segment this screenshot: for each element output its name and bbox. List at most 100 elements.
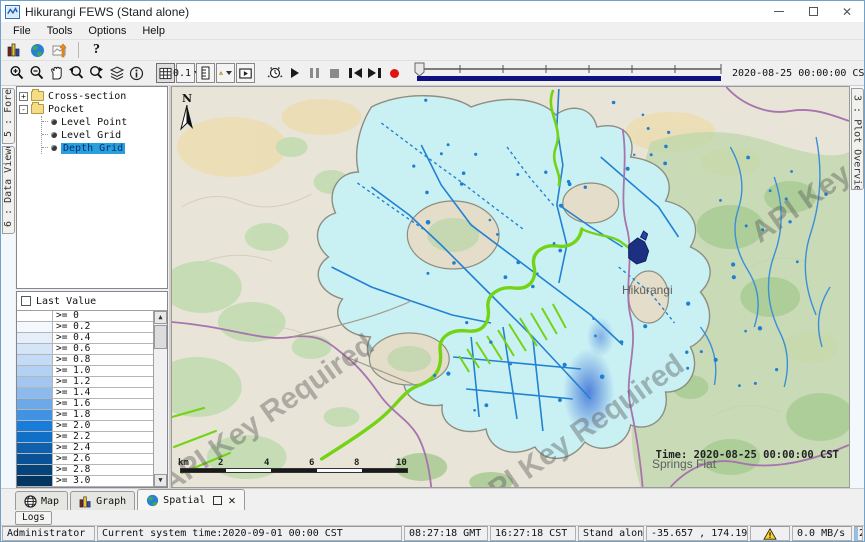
legend-class-label: >= 3.0 [53, 476, 153, 486]
classbreak-interval-dropdown[interactable]: 0.1 [176, 63, 195, 83]
legend-class-label: >= 1.8 [53, 410, 153, 420]
tree-node-level-grid[interactable]: Level Grid [42, 129, 165, 141]
legend-class-label: >= 2.8 [53, 465, 153, 475]
menu-options[interactable]: Options [80, 24, 134, 38]
tab-maximize-icon[interactable] [213, 496, 222, 505]
scale-strip [180, 468, 408, 473]
animation-timer-button[interactable] [265, 63, 284, 83]
map-display-button[interactable] [28, 40, 47, 60]
tree-node-cross-section[interactable]: + Cross-section [19, 90, 165, 102]
layer-panel: + Cross-section - Pocket Level Point [15, 86, 171, 488]
tree-node-label[interactable]: Level Point [61, 117, 127, 128]
spatial-display-button[interactable] [51, 40, 70, 60]
play-button[interactable] [285, 63, 304, 83]
tab-graph[interactable]: Graph [70, 491, 135, 510]
status-bar: Administrator Current system time:2020-0… [1, 525, 864, 541]
statistics-button[interactable] [5, 40, 24, 60]
status-system-time: Current system time:2020-09-01 00:00 CST [97, 526, 402, 541]
pause-icon [316, 68, 319, 78]
expand-icon[interactable]: + [19, 92, 28, 101]
skip-start-icon [349, 68, 352, 78]
time-slider-track [413, 62, 725, 82]
minimize-button[interactable] [762, 2, 796, 22]
close-icon: ✕ [842, 6, 852, 18]
tree-node-label[interactable]: Cross-section [48, 91, 126, 102]
record-button[interactable] [385, 63, 404, 83]
animation-window-button[interactable] [236, 63, 255, 83]
zoom-next-button[interactable] [87, 63, 106, 83]
tree-node-label-selected[interactable]: Depth Grid [61, 143, 125, 154]
maximize-icon [809, 7, 818, 16]
map-canvas[interactable]: N API Key Required API Key Required API … [171, 86, 850, 488]
map-tab-globe-icon [24, 495, 37, 508]
last-value-checkbox[interactable] [21, 296, 31, 306]
maximize-button[interactable] [796, 2, 830, 22]
zoom-previous-button[interactable] [67, 63, 86, 83]
title-bar: Hikurangi FEWS (Stand alone) ✕ [1, 1, 864, 22]
tab-spatial[interactable]: Spatial ✕ [137, 489, 244, 510]
status-warning-cell[interactable] [750, 526, 790, 541]
app-logo-icon [5, 5, 20, 19]
scroll-up-icon[interactable]: ▲ [154, 311, 167, 324]
info-button[interactable] [127, 63, 146, 83]
legend-class-label: >= 2.6 [53, 454, 153, 464]
logs-button[interactable]: Logs [15, 511, 52, 525]
menu-file[interactable]: File [5, 24, 39, 38]
tree-node-depth-grid[interactable]: Depth Grid [42, 142, 165, 154]
tree-node-label[interactable]: Level Grid [61, 130, 121, 141]
pause-button[interactable] [305, 63, 324, 83]
globe-icon [30, 43, 45, 58]
menu-bar: File Tools Options Help [1, 22, 864, 40]
stop-button[interactable] [325, 63, 344, 83]
status-gmt-time: 08:27:18 GMT [404, 526, 488, 541]
pause-icon [310, 68, 313, 78]
tab-data-viewer[interactable]: 6 : Data Viewer [2, 146, 15, 234]
window-title: Hikurangi FEWS (Stand alone) [25, 5, 762, 19]
tree-node-label[interactable]: Pocket [48, 104, 84, 115]
legend-scrollbar[interactable]: ▲ ▼ [153, 311, 167, 487]
status-mode: Stand alone [578, 526, 644, 541]
scroll-thumb[interactable] [154, 325, 167, 349]
zoom-in-button[interactable] [7, 63, 26, 83]
time-slider-handle[interactable] [415, 63, 424, 76]
skip-to-end-button[interactable] [365, 63, 384, 83]
app-window: Hikurangi FEWS (Stand alone) ✕ File Tool… [0, 0, 865, 542]
legend-class-label: >= 2.4 [53, 443, 153, 453]
tab-forecast[interactable]: 5 : Forecast [2, 88, 15, 144]
scale-legend-button[interactable] [196, 63, 215, 83]
map-scale-bar: km 2 4 6 8 10 [178, 458, 414, 473]
scroll-down-icon[interactable]: ▼ [154, 474, 167, 487]
tree-node-pocket[interactable]: - Pocket [19, 103, 165, 115]
town-label: Hikurangi [622, 283, 673, 297]
logs-row: Logs [1, 510, 864, 525]
right-tab-rail: 3 : Plot Overview [850, 86, 864, 488]
skip-to-start-button[interactable] [345, 63, 364, 83]
collapse-icon[interactable]: - [19, 105, 28, 114]
scale-tick: 4 [264, 458, 269, 468]
folder-icon [31, 91, 44, 101]
tab-map-label: Map [41, 496, 59, 507]
tab-map[interactable]: Map [15, 491, 68, 510]
tree-node-level-point[interactable]: Level Point [42, 116, 165, 128]
legend-class-label: >= 0.6 [53, 344, 153, 354]
tab-close-icon[interactable]: ✕ [228, 494, 235, 506]
view-tab-bar: Map Graph Spatial ✕ [1, 488, 864, 510]
time-slider[interactable] [413, 62, 725, 85]
help-button[interactable]: ? [87, 40, 106, 60]
menu-help[interactable]: Help [134, 24, 173, 38]
layers-button[interactable] [107, 63, 126, 83]
pan-button[interactable] [47, 63, 66, 83]
zoom-in-icon [9, 65, 25, 81]
scale-tick: 8 [354, 458, 359, 468]
menu-tools[interactable]: Tools [39, 24, 81, 38]
thresholds-dropdown[interactable] [216, 63, 235, 83]
zoom-out-button[interactable] [27, 63, 46, 83]
tab-plot-overview[interactable]: 3 : Plot Overview [851, 88, 864, 190]
close-button[interactable]: ✕ [830, 2, 864, 22]
legend-class-label: >= 1.0 [53, 366, 153, 376]
legend-class-label: >= 0 [53, 311, 153, 321]
legend-class-list: >= 0 >= 0.2 >= 0.4 >= 0.6 >= 0.8 >= 1.0 … [17, 311, 153, 487]
status-transfer-rate: 0.0 MB/s [792, 526, 852, 541]
layer-bullet-icon [51, 145, 57, 151]
layer-tree: + Cross-section - Pocket Level Point [16, 86, 168, 289]
